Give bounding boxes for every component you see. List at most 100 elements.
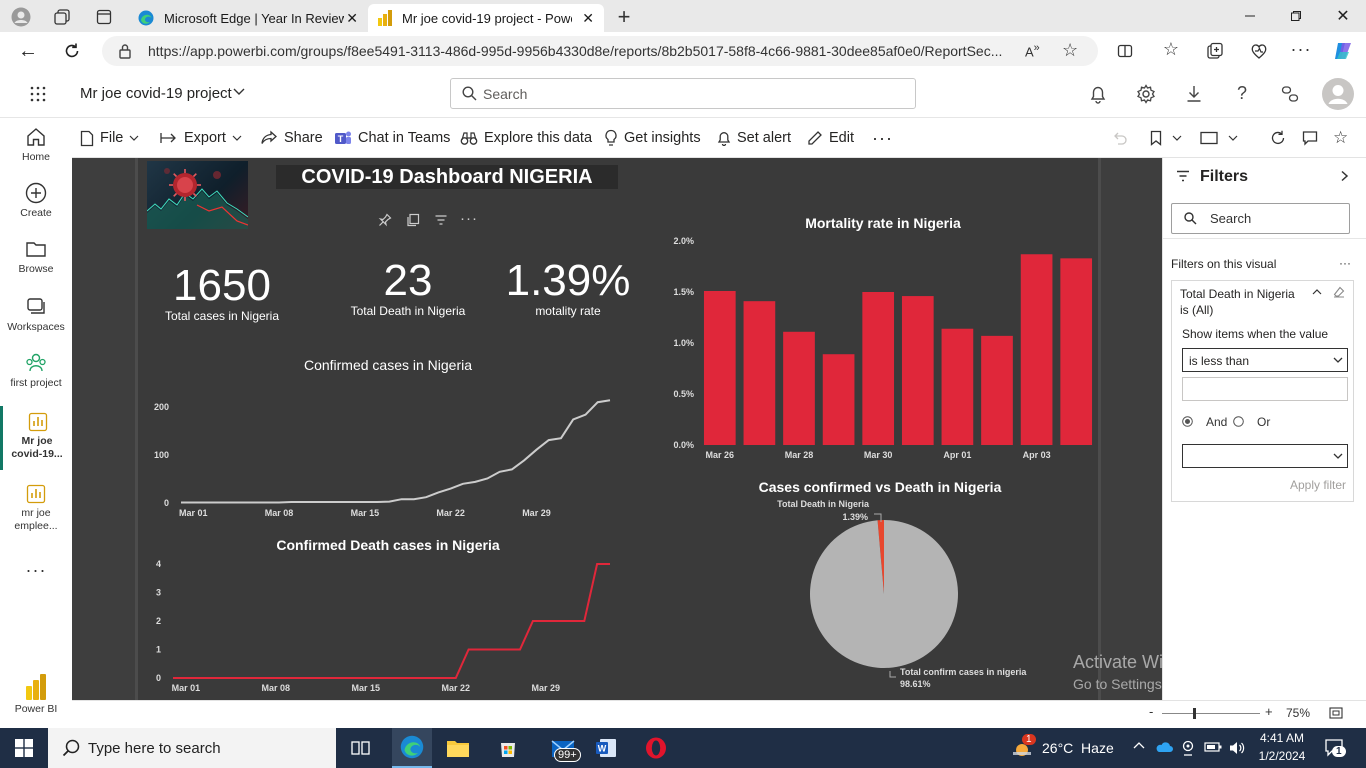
pin-visual-icon[interactable] — [378, 213, 392, 227]
close-window-icon[interactable]: ✕ — [1333, 6, 1353, 26]
chevron-up-icon[interactable] — [1312, 288, 1322, 295]
chat-in-teams-button[interactable]: T Chat in Teams — [334, 118, 450, 158]
collections-icon[interactable] — [1204, 40, 1226, 62]
refresh-icon[interactable] — [60, 40, 84, 62]
apply-filter-button[interactable]: Apply filter — [1290, 478, 1346, 492]
nav-mr-joe-employee-report[interactable]: mr joe emplee... — [0, 484, 72, 533]
more-options-icon[interactable]: ··· — [1290, 38, 1312, 60]
view-menu-button[interactable] — [1200, 118, 1238, 158]
weather-text[interactable]: 26°C Haze — [1042, 740, 1114, 756]
zoom-out-icon[interactable]: - — [1149, 704, 1153, 719]
collapse-filters-icon[interactable] — [1340, 170, 1350, 182]
profile-icon[interactable] — [10, 6, 32, 28]
taskbar-search-box[interactable]: Type here to search — [48, 728, 336, 768]
windows-start-icon[interactable] — [14, 739, 34, 757]
weather-icon[interactable]: 1 — [1011, 734, 1036, 758]
battery-icon[interactable] — [1204, 741, 1222, 753]
comments-icon[interactable] — [1302, 118, 1318, 158]
restore-icon[interactable] — [1286, 6, 1306, 26]
nav-create[interactable]: Create — [0, 182, 72, 220]
copilot-icon[interactable] — [1331, 39, 1355, 63]
opera-app-icon[interactable] — [644, 736, 668, 760]
nav-browse[interactable]: Browse — [0, 238, 72, 276]
clock-date[interactable]: 1/2/2024 — [1256, 749, 1308, 763]
tab-actions-icon[interactable] — [93, 6, 115, 28]
refresh-visuals-icon[interactable] — [1270, 118, 1286, 158]
app-launcher-icon[interactable] — [26, 82, 50, 106]
zoom-in-icon[interactable]: + — [1265, 704, 1273, 719]
new-tab-icon[interactable]: + — [612, 4, 636, 29]
set-alert-button[interactable]: Set alert — [717, 118, 791, 158]
mail-app-icon[interactable]: 99+ — [544, 734, 584, 764]
workspace-title[interactable]: Mr joe covid-19 project — [80, 85, 232, 102]
url-field[interactable]: https://app.powerbi.com/groups/f8ee5491-… — [102, 36, 1098, 66]
task-view-icon[interactable] — [350, 738, 372, 758]
word-app-icon[interactable]: W — [594, 736, 618, 760]
more-options-icon[interactable]: ··· — [460, 210, 478, 227]
taskbar-edge-app[interactable] — [392, 728, 432, 768]
tab-edge-year-in-review[interactable]: Microsoft Edge | Year In Review ✕ — [128, 4, 366, 32]
get-insights-button[interactable]: Get insights — [604, 118, 701, 158]
read-aloud-icon[interactable]: A» — [1025, 42, 1040, 59]
show-hidden-icons-chevron-up-icon[interactable] — [1133, 741, 1145, 749]
close-tab-icon[interactable]: ✕ — [346, 10, 358, 27]
webcam-icon[interactable] — [1181, 740, 1195, 756]
onedrive-cloud-icon[interactable] — [1155, 740, 1173, 754]
edit-button[interactable]: Edit — [807, 118, 854, 158]
more-options-icon[interactable]: ··· — [872, 118, 893, 158]
zoom-slider[interactable] — [1162, 713, 1260, 714]
feedback-icon[interactable] — [1279, 83, 1301, 105]
browser-essentials-icon[interactable] — [1248, 40, 1270, 62]
undo-icon[interactable] — [1112, 118, 1128, 158]
tab-power-bi-report[interactable]: Mr joe covid-19 project - Power BI ✕ — [368, 4, 604, 32]
second-condition-dropdown[interactable] — [1182, 444, 1348, 468]
bookmark-menu-button[interactable] — [1150, 118, 1182, 158]
favorite-star-icon[interactable]: ☆ — [1062, 40, 1078, 61]
filters-search-input[interactable]: Search — [1171, 203, 1350, 234]
notifications-bell-icon[interactable] — [1087, 83, 1109, 105]
export-menu-button[interactable]: Export — [160, 118, 242, 158]
lock-icon[interactable] — [118, 43, 132, 59]
help-icon[interactable]: ? — [1231, 82, 1253, 104]
clear-filter-eraser-icon[interactable] — [1333, 286, 1345, 298]
split-screen-icon[interactable] — [1114, 40, 1136, 62]
minimize-icon[interactable] — [1240, 6, 1260, 26]
fit-to-page-icon[interactable] — [1329, 707, 1343, 719]
settings-gear-icon[interactable] — [1135, 83, 1157, 105]
file-menu-button[interactable]: File — [80, 118, 139, 158]
filter-visual-icon[interactable] — [434, 213, 448, 227]
notification-center-icon[interactable]: 1 — [1324, 738, 1346, 758]
condition-dropdown[interactable]: is less than — [1182, 348, 1348, 372]
nav-first-project[interactable]: first project — [0, 352, 72, 390]
global-search-input[interactable]: Search — [450, 78, 916, 109]
favorite-star-icon[interactable]: ☆ — [1333, 118, 1348, 158]
microsoft-store-icon[interactable] — [496, 736, 520, 760]
chevron-down-icon[interactable] — [233, 88, 245, 96]
or-radio[interactable] — [1233, 416, 1244, 427]
nav-power-bi[interactable]: Power BI — [0, 674, 72, 716]
section-more-icon[interactable]: ··· — [1339, 256, 1351, 270]
file-explorer-icon[interactable] — [445, 736, 471, 760]
copy-visual-icon[interactable] — [406, 213, 420, 227]
favorites-icon[interactable]: ☆ — [1160, 38, 1182, 60]
condition-value-input[interactable] — [1182, 377, 1348, 401]
explore-data-button[interactable]: Explore this data — [460, 118, 592, 158]
close-tab-icon[interactable]: ✕ — [582, 10, 594, 27]
zoom-slider-thumb[interactable] — [1193, 708, 1196, 719]
clock-time[interactable]: 4:41 AM — [1256, 731, 1308, 745]
share-button[interactable]: Share — [260, 118, 323, 158]
workspaces-tab-icon[interactable] — [51, 6, 73, 28]
back-icon[interactable]: ← — [16, 40, 40, 62]
nav-mr-joe-covid-report[interactable]: Mr joe covid-19... — [0, 406, 72, 470]
and-radio[interactable] — [1182, 416, 1193, 427]
report-icon — [0, 484, 72, 504]
user-avatar[interactable] — [1322, 78, 1354, 110]
filter-card-title[interactable]: Total Death in Nigeria — [1180, 287, 1295, 301]
volume-icon[interactable] — [1228, 740, 1246, 756]
download-icon[interactable] — [1183, 83, 1205, 105]
nav-more-icon[interactable]: ··· — [0, 560, 72, 581]
tab-label: Mr joe covid-19 project - Power BI — [402, 10, 572, 26]
nav-home[interactable]: Home — [0, 126, 72, 164]
nav-workspaces[interactable]: Workspaces — [0, 296, 72, 334]
search-icon — [1184, 212, 1197, 225]
